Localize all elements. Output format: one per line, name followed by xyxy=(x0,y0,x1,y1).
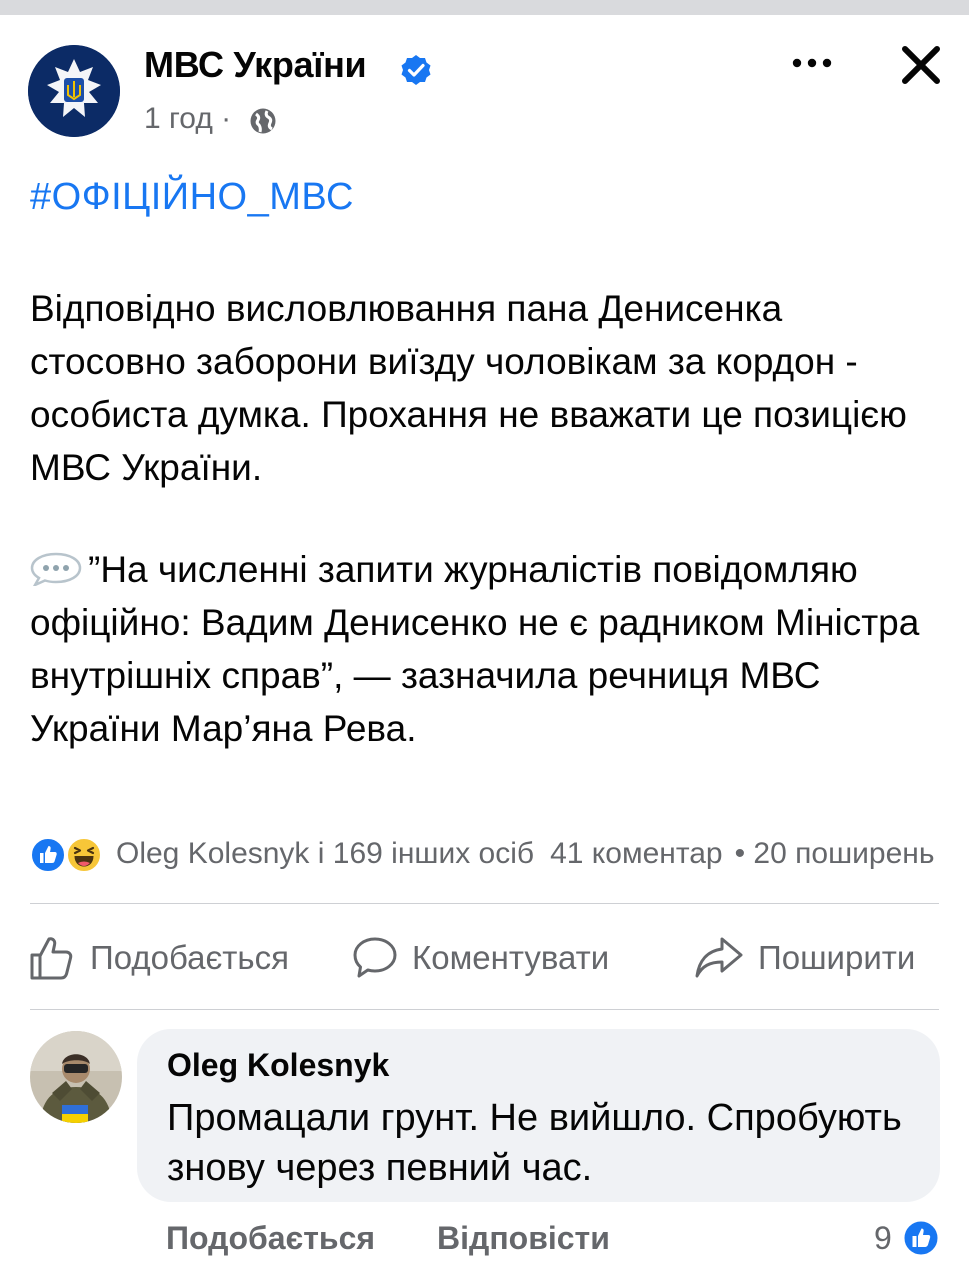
comment-button-label: Коментувати xyxy=(412,939,610,976)
comment-button[interactable]: Коментувати xyxy=(352,928,609,988)
shares-count[interactable]: • 20 поширень xyxy=(735,837,935,871)
page-avatar[interactable] xyxy=(28,45,120,137)
post-timestamp[interactable]: 1 год · xyxy=(144,102,231,136)
comment-text: Промацали грунт. Не вийшло. Спробують зн… xyxy=(167,1097,902,1189)
more-options-icon[interactable] xyxy=(790,55,834,71)
divider xyxy=(30,903,939,904)
comments-count[interactable]: 41 коментар xyxy=(550,837,723,871)
share-icon xyxy=(695,937,743,978)
page-name[interactable]: МВС України xyxy=(144,44,367,86)
verified-badge-icon xyxy=(401,55,431,85)
post-quote-paragraph: ”На численні запити журналістів повідомл… xyxy=(30,543,940,755)
share-button[interactable]: Поширити xyxy=(694,928,915,988)
post-text-paragraph: Відповідно висловлювання пана Денисенка … xyxy=(30,288,907,488)
globe-icon xyxy=(250,108,276,134)
share-button-label: Поширити xyxy=(758,939,916,976)
comment-like-count[interactable]: 9 xyxy=(874,1220,892,1257)
comment-like-button[interactable]: Подобається xyxy=(166,1220,375,1257)
reaction-icons[interactable] xyxy=(28,834,108,874)
comment-reply-button[interactable]: Відповісти xyxy=(437,1220,610,1257)
speech-bubble-emoji-icon xyxy=(30,552,82,586)
post-hashtag[interactable]: #ОФІЦІЙНО_МВС xyxy=(30,176,354,219)
comment-icon xyxy=(353,937,397,978)
comment-bubble: Oleg Kolesnyk Промацали грунт. Не вийшло… xyxy=(137,1029,940,1202)
close-icon[interactable] xyxy=(900,44,942,86)
avatar-photo xyxy=(30,1031,122,1123)
like-reaction-icon xyxy=(30,837,66,873)
like-button-label: Подобається xyxy=(90,939,289,976)
reactions-summary[interactable]: Oleg Kolesnyk і 169 інших осіб 41 комент… xyxy=(28,832,969,876)
comment-like-reaction-icon[interactable] xyxy=(902,1219,940,1257)
thumbs-up-icon xyxy=(30,937,73,980)
commenter-avatar[interactable] xyxy=(30,1031,122,1123)
like-button[interactable]: Подобається xyxy=(28,928,289,988)
police-emblem-icon xyxy=(28,45,120,137)
top-strip xyxy=(0,0,969,15)
reactors-text[interactable]: Oleg Kolesnyk і 169 інших осіб xyxy=(116,837,534,871)
divider xyxy=(30,1009,939,1010)
quote-text: ”На численні запити журналістів повідомл… xyxy=(30,549,920,749)
haha-reaction-icon xyxy=(66,837,102,873)
comment-author[interactable]: Oleg Kolesnyk xyxy=(167,1047,389,1084)
